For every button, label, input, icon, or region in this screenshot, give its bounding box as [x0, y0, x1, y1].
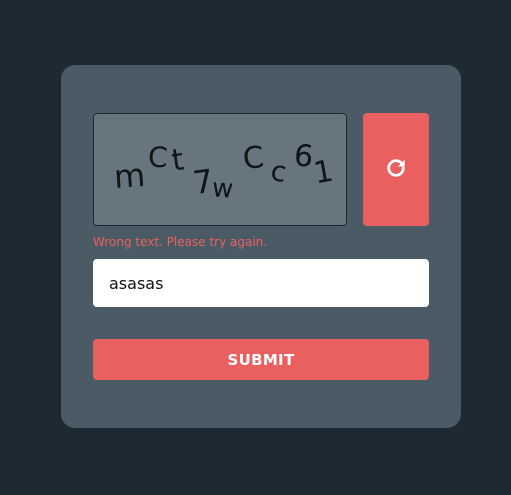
error-message: Wrong text. Please try again. — [93, 235, 268, 249]
refresh-icon — [385, 157, 407, 182]
captcha-char: C — [147, 140, 169, 175]
refresh-captcha-button[interactable] — [363, 113, 429, 226]
captcha-input[interactable] — [93, 259, 429, 307]
captcha-image: m C t 7 w C c 6 1 — [93, 113, 347, 226]
captcha-char: c — [268, 153, 290, 190]
captcha-char: t — [169, 142, 187, 179]
captcha-card: m C t 7 w C c 6 1 Wrong text. Please try… — [61, 65, 461, 428]
captcha-char: C — [241, 140, 266, 178]
captcha-char: w — [210, 173, 235, 205]
submit-button[interactable]: SUBMIT — [93, 339, 429, 380]
captcha-char: m — [112, 155, 147, 197]
captcha-char: 1 — [311, 153, 336, 192]
